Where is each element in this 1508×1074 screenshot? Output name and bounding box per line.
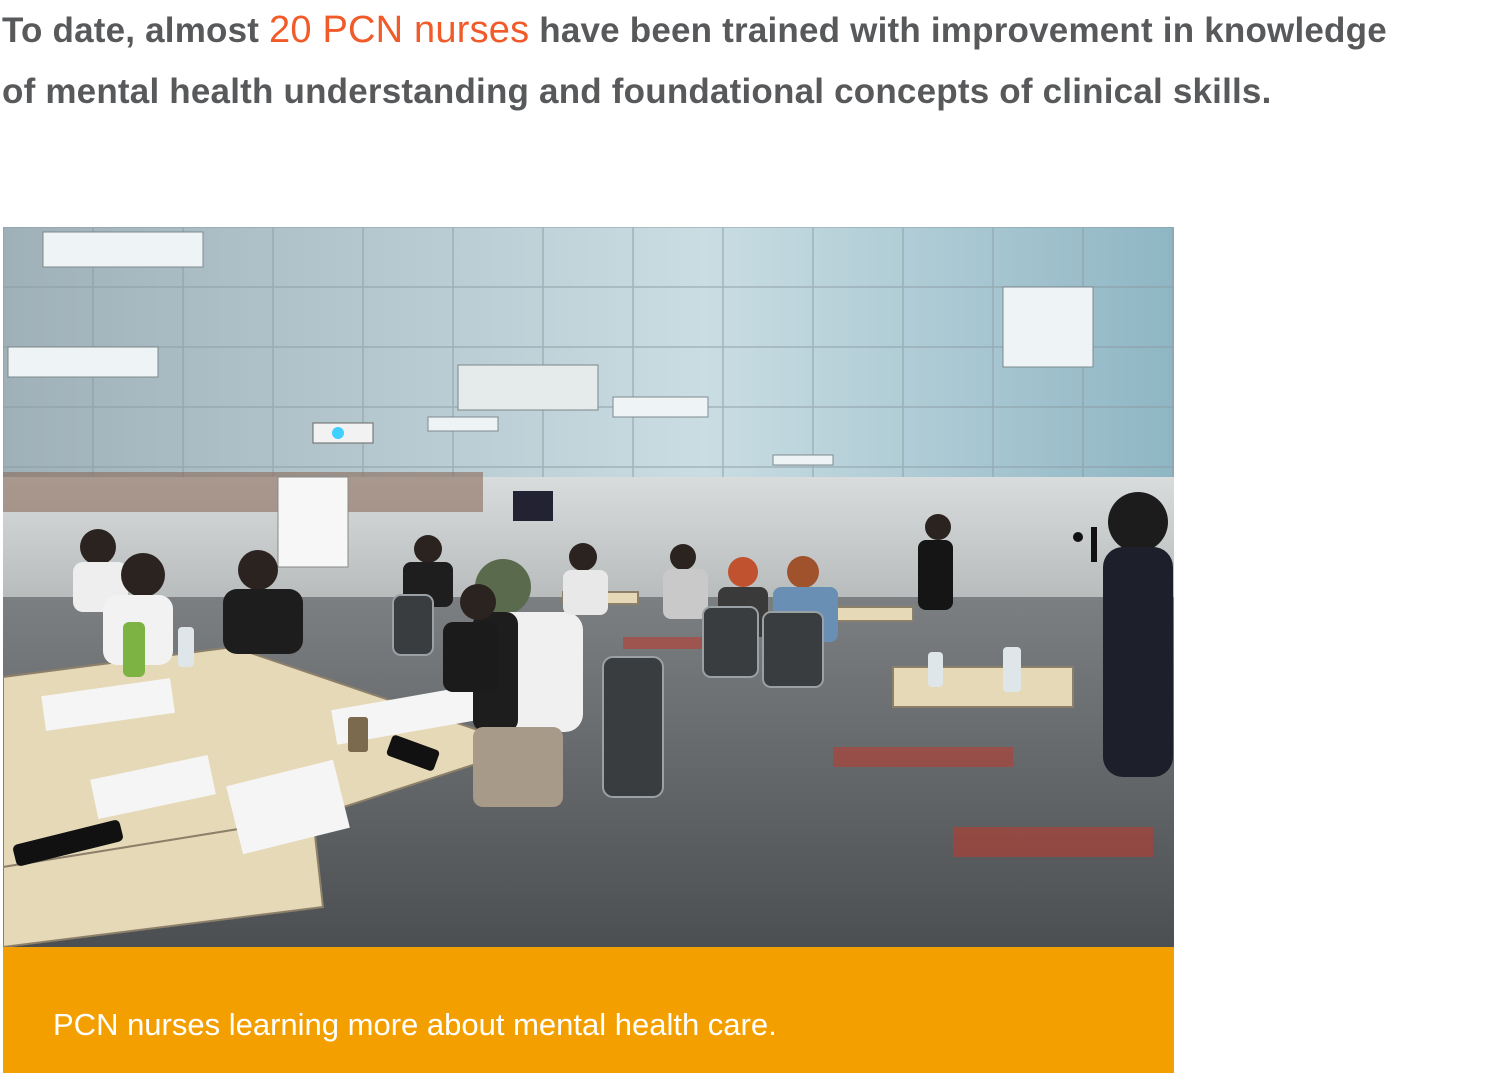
intro-text-before: To date, almost xyxy=(2,11,270,50)
photo-caption: PCN nurses learning more about mental he… xyxy=(53,1007,777,1042)
caption-bar: PCN nurses learning more about mental he… xyxy=(3,947,1174,1073)
intro-highlight: 20 PCN nurses xyxy=(269,9,530,51)
photo-figure: PCN nurses learning more about mental he… xyxy=(3,227,1174,1073)
intro-paragraph: To date, almost 20 PCN nurses have been … xyxy=(2,0,1402,122)
training-photo xyxy=(3,227,1174,947)
